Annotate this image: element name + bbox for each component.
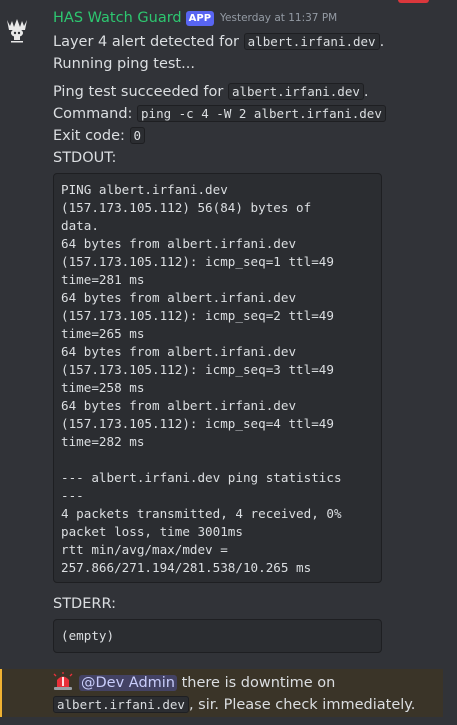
running-line: Running ping test... <box>53 56 195 72</box>
bot-message: HAS Watch Guard APP Yesterday at 11:37 P… <box>53 9 448 653</box>
success-suffix: . <box>363 84 369 100</box>
mention-alert-message: @Dev Admin there is downtime on albert.i… <box>0 669 443 717</box>
success-line: Ping test succeeded for albert.irfani.de… <box>53 81 448 103</box>
success-host-code: albert.irfani.dev <box>227 83 364 100</box>
alert-host-code: albert.irfani.dev <box>243 33 380 50</box>
skull-crown-icon <box>7 19 27 43</box>
unread-indicator <box>398 0 429 3</box>
exit-code-value: 0 <box>129 127 146 144</box>
alert-detected-text: Layer 4 alert detected for <box>53 34 244 50</box>
command-line: Command: ping -c 4 -W 2 albert.irfani.de… <box>53 103 448 125</box>
alert-detected-line: Layer 4 alert detected for albert.irfani… <box>53 31 448 53</box>
app-badge: APP <box>185 10 215 26</box>
message-timestamp[interactable]: Yesterday at 11:37 PM <box>220 9 337 27</box>
exit-code-line: Exit code: 0 <box>53 125 448 147</box>
stderr-codeblock[interactable]: (empty) <box>53 619 382 653</box>
command-code: ping -c 4 -W 2 albert.irfani.dev <box>137 105 386 122</box>
alert-text-a: there is downtime on <box>177 675 336 691</box>
bot-avatar[interactable] <box>5 17 29 43</box>
alert-detected-suffix: . <box>379 34 385 50</box>
exit-code-label: Exit code: <box>53 128 130 144</box>
alert-content: @Dev Admin there is downtime on albert.i… <box>53 672 433 716</box>
user-mention[interactable]: @Dev Admin <box>79 675 177 691</box>
alert-line-2: albert.irfani.dev, sir. Please check imm… <box>53 694 433 716</box>
command-label: Command: <box>53 106 138 122</box>
stdout-codeblock[interactable]: PING albert.irfani.dev (157.173.105.112)… <box>53 173 382 583</box>
success-text: Ping test succeeded for <box>53 84 228 100</box>
alert-line-1: @Dev Admin there is downtime on <box>53 672 433 694</box>
stderr-label: STDERR: <box>53 596 116 612</box>
siren-icon <box>53 672 73 690</box>
alert-text-b: , sir. Please check immediately. <box>188 697 416 713</box>
author-name[interactable]: HAS Watch Guard <box>53 9 182 27</box>
alert-host-code-2: albert.irfani.dev <box>53 696 189 713</box>
message-header: HAS Watch Guard APP Yesterday at 11:37 P… <box>53 9 448 27</box>
stdout-label: STDOUT: <box>53 150 117 166</box>
